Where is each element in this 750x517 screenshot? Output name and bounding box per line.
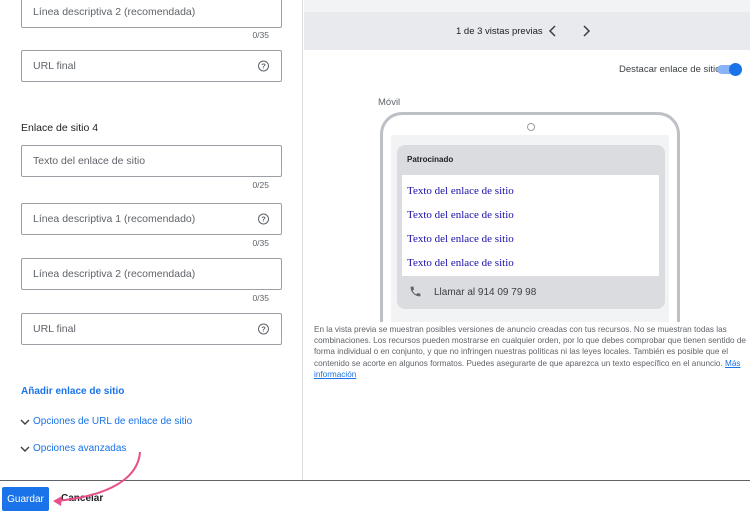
final-url-field[interactable]: URL final ? xyxy=(21,313,282,345)
description-line-2-placeholder: Línea descriptiva 2 (recomendada) xyxy=(33,268,196,280)
sitelink-preview[interactable]: Texto del enlace de sitio xyxy=(407,257,514,269)
preview-disclaimer: En la vista previa se muestran posibles … xyxy=(314,324,746,380)
chevron-left-icon[interactable] xyxy=(548,25,558,37)
description-line-2-field[interactable]: Línea descriptiva 2 (recomendada) xyxy=(21,258,282,290)
sitelink-url-options-label: Opciones de URL de enlace de sitio xyxy=(33,416,193,427)
chevron-down-icon xyxy=(20,446,30,452)
final-url-placeholder: URL final xyxy=(33,323,76,335)
highlight-sitelink-label: Destacar enlace de sitio xyxy=(619,64,721,75)
sitelink-text-field[interactable]: Texto del enlace de sitio xyxy=(21,145,282,177)
toggle-knob xyxy=(729,63,742,76)
add-sitelink-link[interactable]: Añadir enlace de sitio xyxy=(21,386,124,397)
final-url-top-placeholder: URL final xyxy=(33,60,76,72)
description-line-2-top-placeholder: Línea descriptiva 2 (recomendada) xyxy=(33,6,196,18)
description-line-1-field[interactable]: Línea descriptiva 1 (recomendado) ? xyxy=(21,203,282,235)
call-text: Llamar al 914 09 79 98 xyxy=(434,287,537,298)
camera-icon xyxy=(527,123,535,131)
sitelink-4-title: Enlace de sitio 4 xyxy=(21,122,99,134)
sitelink-text-counter: 0/25 xyxy=(252,180,269,190)
sitelink-form: Línea descriptiva 2 (recomendada) 0/35 U… xyxy=(0,0,303,480)
sitelink-url-options-toggle[interactable]: Opciones de URL de enlace de sitio xyxy=(20,416,192,427)
description-line-1-placeholder: Línea descriptiva 1 (recomendado) xyxy=(33,213,196,225)
highlight-sitelink-toggle[interactable] xyxy=(717,63,742,76)
sitelink-preview[interactable]: Texto del enlace de sitio xyxy=(407,233,514,245)
preview-navigation-bar: 1 de 3 vistas previas xyxy=(304,12,750,50)
preview-panel: Destacar enlace de sitio Móvil Patrocina… xyxy=(304,50,750,480)
preview-count: 1 de 3 vistas previas xyxy=(456,26,543,37)
final-url-top-field[interactable]: URL final ? xyxy=(21,50,282,82)
phone-mockup: Patrocinado Texto del enlace de sitio Te… xyxy=(380,112,680,322)
sitelink-preview[interactable]: Texto del enlace de sitio xyxy=(407,209,514,221)
ad-preview-pane: 1 de 3 vistas previas Destacar enlace de… xyxy=(304,0,750,480)
chevron-down-icon xyxy=(20,419,30,425)
description-line-2-top-field[interactable]: Línea descriptiva 2 (recomendada) xyxy=(21,0,282,28)
help-icon[interactable]: ? xyxy=(258,60,269,72)
sitelinks-list: Texto del enlace de sitio Texto del enla… xyxy=(402,175,659,276)
mobile-label: Móvil xyxy=(378,97,401,108)
call-extension[interactable]: Llamar al 914 09 79 98 xyxy=(397,276,665,309)
ad-card: Patrocinado Texto del enlace de sitio Te… xyxy=(397,145,665,309)
sponsored-label: Patrocinado xyxy=(407,155,454,164)
sitelink-text-placeholder: Texto del enlace de sitio xyxy=(33,155,146,167)
disclaimer-text: En la vista previa se muestran posibles … xyxy=(314,325,746,368)
sitelink-preview[interactable]: Texto del enlace de sitio xyxy=(407,185,514,197)
phone-screen: Patrocinado Texto del enlace de sitio Te… xyxy=(391,135,669,322)
description-line-2-top-counter: 0/35 xyxy=(252,30,269,40)
description-line-1-counter: 0/35 xyxy=(252,238,269,248)
chevron-right-icon[interactable] xyxy=(581,25,591,37)
help-icon[interactable]: ? xyxy=(258,213,269,225)
help-icon[interactable]: ? xyxy=(258,323,269,335)
phone-icon xyxy=(410,286,421,297)
arrow-annotation-icon xyxy=(53,451,141,506)
description-line-2-counter: 0/35 xyxy=(252,293,269,303)
